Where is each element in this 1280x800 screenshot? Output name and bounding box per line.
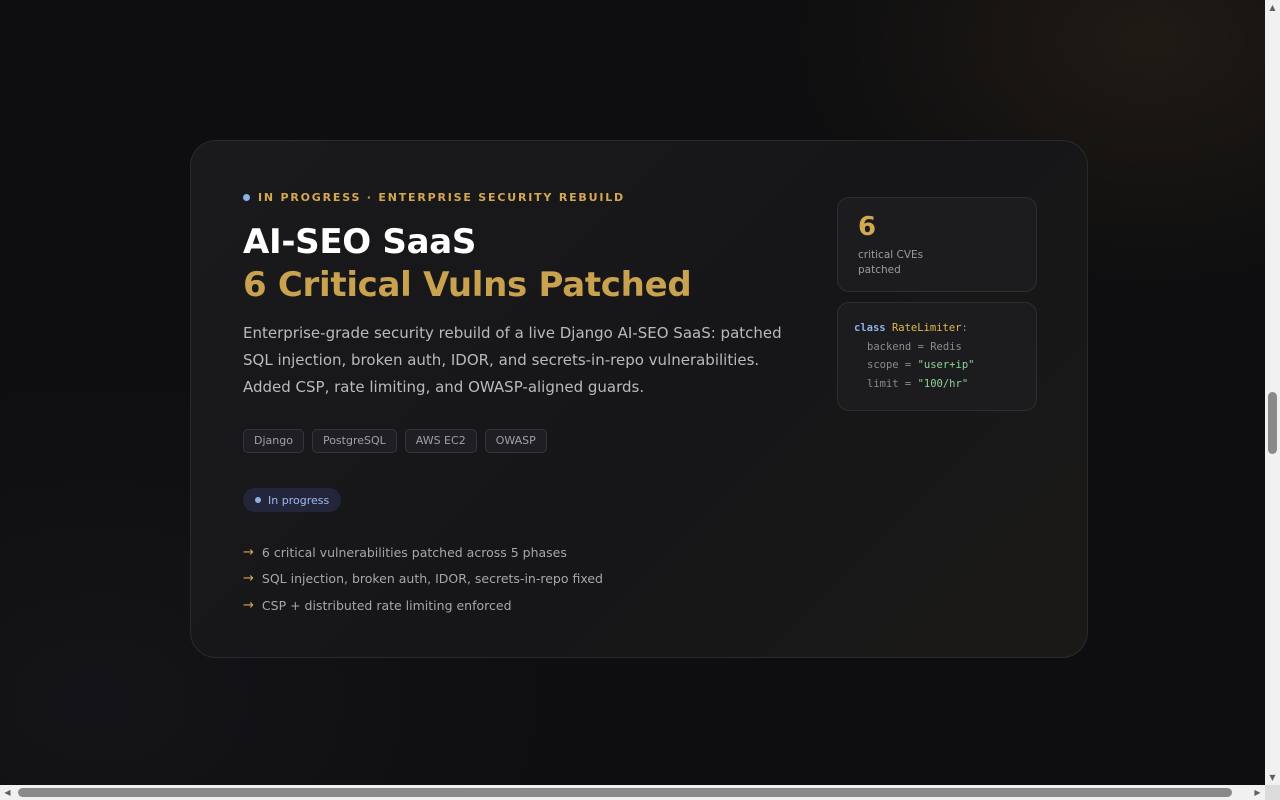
list-item: → CSP + distributed rate limiting enforc…: [243, 592, 603, 619]
code-string: "100/hr": [917, 377, 969, 390]
code-op: =: [898, 377, 918, 390]
code-snippet: class RateLimiter: backend = Redis scope…: [837, 302, 1037, 411]
code-value: Redis: [930, 340, 962, 353]
scroll-right-icon[interactable]: ▶: [1250, 785, 1265, 800]
status-dot-icon: [255, 497, 261, 503]
tag-postgresql: PostgreSQL: [311, 429, 397, 453]
arrow-right-icon: →: [243, 571, 254, 587]
code-line-3: scope = "user+ip": [854, 359, 974, 371]
horizontal-scroll-thumb[interactable]: [18, 788, 1232, 797]
code-class-name: RateLimiter: [891, 322, 962, 334]
highlight-text: 6 critical vulnerabilities patched acros…: [261, 544, 567, 560]
highlight-text: SQL injection, broken auth, IDOR, secret…: [261, 571, 603, 587]
vertical-scroll-thumb[interactable]: [1268, 392, 1277, 454]
scroll-up-icon[interactable]: ▲: [1265, 0, 1280, 15]
project-title-accent: 6 Critical Vulns Patched: [243, 265, 692, 305]
code-line-1: class RateLimiter:: [854, 322, 968, 334]
project-eyebrow: In progress · Enterprise security rebuil…: [243, 190, 625, 204]
project-card: In progress · Enterprise security rebuil…: [190, 140, 1088, 658]
arrow-right-icon: →: [243, 544, 254, 560]
project-title-main: AI-SEO SaaS: [243, 222, 477, 262]
code-op: =: [898, 359, 918, 371]
arrow-right-icon: →: [243, 597, 254, 613]
code-line-2: backend = Redis: [854, 341, 962, 353]
code-op: =: [911, 340, 931, 353]
code-line-4: limit = "100/hr": [854, 378, 968, 390]
scroll-down-icon[interactable]: ▼: [1265, 770, 1280, 785]
status-badge: In progress: [243, 488, 342, 512]
scrollbar-corner: [1265, 785, 1280, 800]
vertical-scrollbar[interactable]: ▲ ▼: [1265, 0, 1280, 785]
stat-caption: critical CVEs patched: [858, 249, 924, 276]
status-badge-label: In progress: [268, 493, 330, 507]
highlights-list: → 6 critical vulnerabilities patched acr…: [243, 539, 603, 619]
status-dot-icon: [243, 193, 250, 201]
code-string: "user+ip": [917, 359, 975, 371]
project-title: AI-SEO SaaS 6 Critical Vulns Patched: [243, 221, 692, 307]
code-attr: scope: [867, 359, 899, 371]
tag-django: Django: [243, 429, 304, 453]
tech-tags: Django PostgreSQL AWS EC2 OWASP: [243, 429, 547, 453]
horizontal-scrollbar[interactable]: ◀ ▶: [0, 785, 1265, 800]
tag-owasp: OWASP: [484, 429, 547, 453]
page-viewport: In progress · Enterprise security rebuil…: [0, 0, 1265, 785]
code-attr: limit: [867, 377, 899, 390]
eyebrow-text: In progress · Enterprise security rebuil…: [258, 190, 625, 204]
stat-value: 6: [858, 212, 877, 242]
tag-aws-ec2: AWS EC2: [404, 429, 477, 453]
code-colon: :: [961, 322, 968, 334]
highlight-text: CSP + distributed rate limiting enforced: [261, 597, 512, 613]
list-item: → SQL injection, broken auth, IDOR, secr…: [243, 566, 603, 593]
code-keyword: class: [854, 322, 886, 334]
scroll-left-icon[interactable]: ◀: [0, 785, 15, 800]
code-attr: backend: [867, 340, 912, 353]
list-item: → 6 critical vulnerabilities patched acr…: [243, 539, 603, 566]
project-description: Enterprise-grade security rebuild of a l…: [243, 324, 782, 396]
stat-card: 6 critical CVEs patched: [837, 197, 1037, 292]
